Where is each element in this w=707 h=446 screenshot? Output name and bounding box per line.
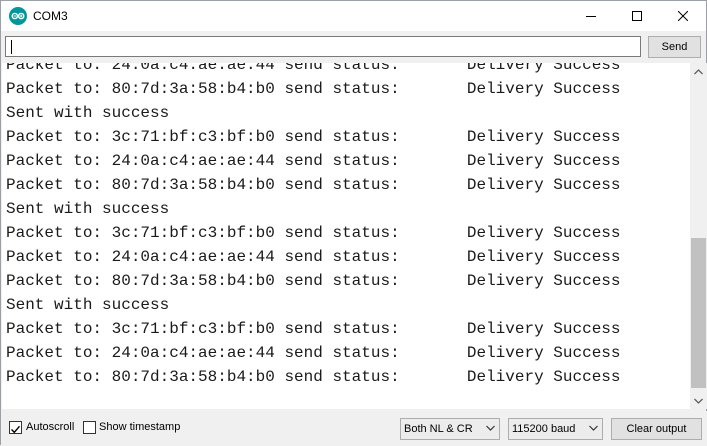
line-ending-value: Both NL & CR [404,423,473,435]
send-button[interactable]: Send [648,36,701,58]
serial-input-field[interactable] [5,36,641,57]
line-ending-select[interactable]: Both NL & CR [400,418,500,440]
window-title: COM3 [33,9,68,23]
chevron-down-icon [486,425,495,431]
output-line: Packet to: 3c:71:bf:c3:bf:b0 send status… [6,128,621,146]
output-line: Sent with success [6,104,170,122]
minimize-button[interactable] [568,1,614,31]
clear-output-button[interactable]: Clear output [611,418,702,440]
status-bar: Autoscroll Show timestamp Both NL & CR 1… [1,411,707,446]
scroll-thumb[interactable] [691,238,706,388]
baud-rate-value: 115200 baud [512,423,576,435]
show-timestamp-checkbox[interactable] [83,421,96,434]
chevron-down-icon [589,425,598,431]
output-line: Packet to: 3c:71:bf:c3:bf:b0 send status… [6,224,621,242]
close-button[interactable] [660,1,706,31]
serial-output-area[interactable]: Packet to: 24:0a:c4:ae:ae:44 send status… [2,63,690,409]
output-line: Packet to: 24:0a:c4:ae:ae:44 send status… [6,152,621,170]
minimize-icon [586,16,596,17]
close-icon [678,11,688,21]
output-line: Sent with success [6,296,170,314]
output-line: Packet to: 24:0a:c4:ae:ae:44 send status… [6,248,621,266]
scroll-down-icon [694,398,703,404]
output-scrollbar[interactable] [690,63,707,409]
scroll-up-icon [694,68,703,74]
output-line: Packet to: 80:7d:3a:58:b4:b0 send status… [6,368,621,386]
text-caret [11,40,12,54]
output-line: Packet to: 24:0a:c4:ae:ae:44 send status… [6,63,621,74]
output-line: Packet to: 80:7d:3a:58:b4:b0 send status… [6,272,621,290]
arduino-logo-icon [9,7,27,25]
serial-monitor-window: COM3 Send Packet to: 24:0a:c4:ae:ae:44 s… [0,0,707,446]
maximize-button[interactable] [614,1,660,31]
output-line: Sent with success [6,200,170,218]
output-line: Packet to: 80:7d:3a:58:b4:b0 send status… [6,80,621,98]
autoscroll-checkbox[interactable] [9,421,22,434]
autoscroll-label[interactable]: Autoscroll [26,421,74,433]
output-line: Packet to: 3c:71:bf:c3:bf:b0 send status… [6,320,621,338]
output-line: Packet to: 24:0a:c4:ae:ae:44 send status… [6,344,621,362]
baud-rate-select[interactable]: 115200 baud [508,418,603,440]
output-line: Packet to: 80:7d:3a:58:b4:b0 send status… [6,176,621,194]
show-timestamp-label[interactable]: Show timestamp [99,421,180,433]
title-bar: COM3 [1,1,706,31]
scroll-up-button[interactable] [690,63,707,80]
scroll-down-button[interactable] [690,392,707,409]
check-icon [11,425,21,434]
maximize-icon [632,11,642,21]
